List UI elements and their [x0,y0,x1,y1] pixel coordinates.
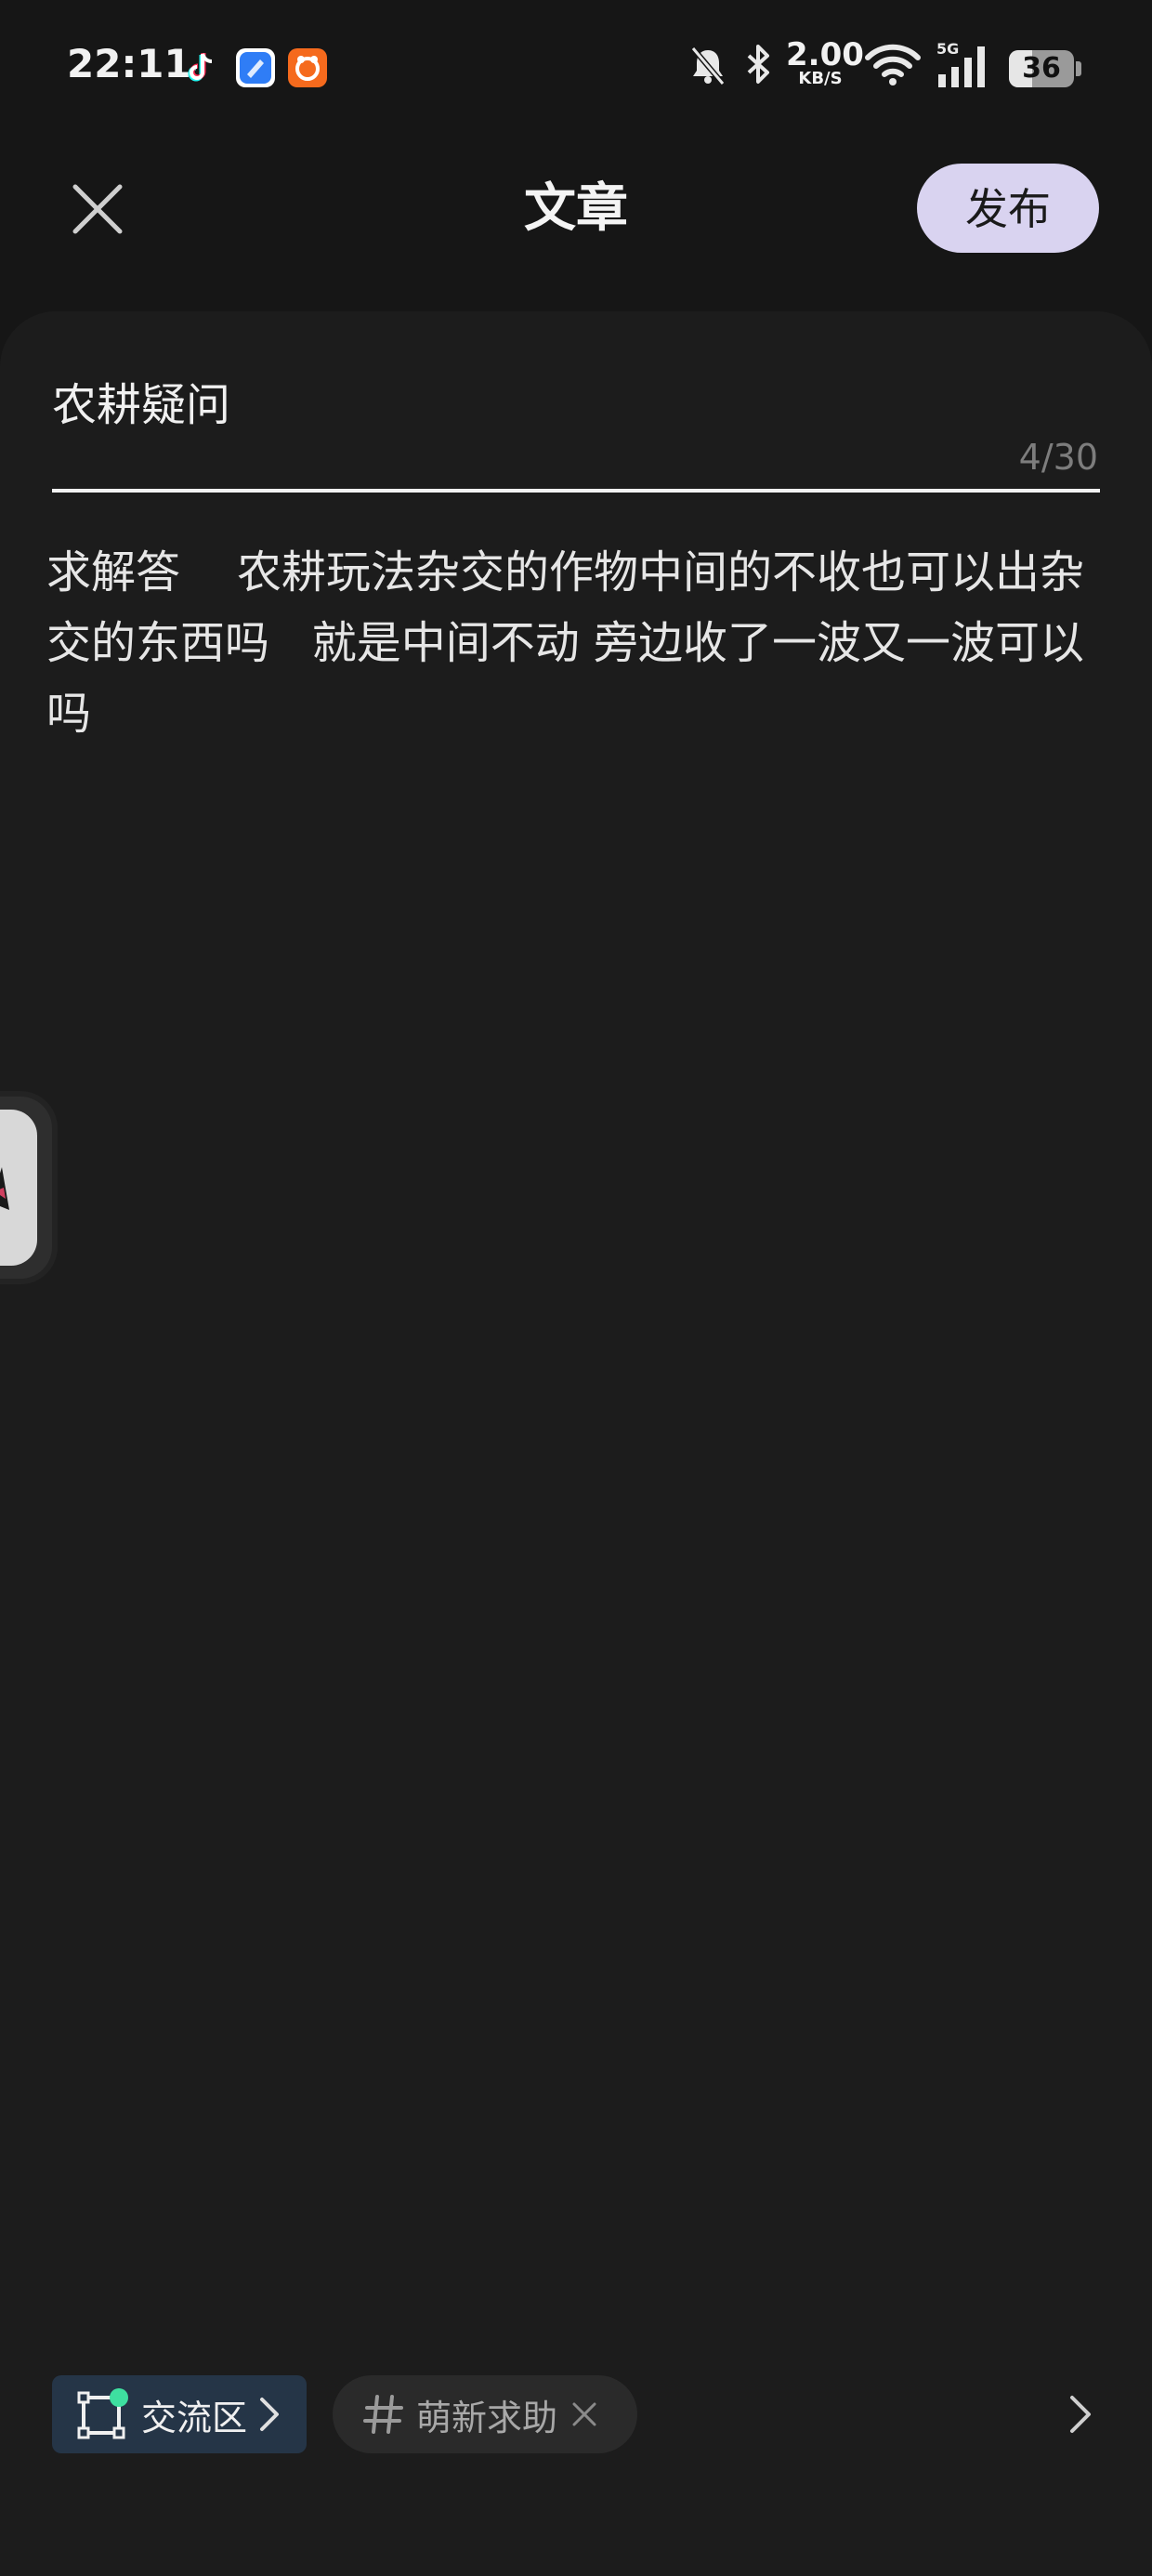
bluetooth-icon [743,37,775,93]
network-speed-value: 2.00 [786,36,864,73]
orange-app-icon [288,48,327,87]
section-label: 交流区 [141,2397,248,2438]
remove-tag-icon[interactable] [570,2400,598,2428]
network-speed: 2.00 KB/S [786,36,864,87]
topic-tag-chip[interactable]: 萌新求助 [333,2375,637,2453]
network-type-label: 5G [936,40,959,58]
tag-label: 萌新求助 [416,2397,558,2438]
more-options-button[interactable] [1057,2388,1104,2440]
battery-tip [1076,61,1081,76]
blue-app-icon [236,48,275,87]
wifi-icon [864,37,922,93]
hashtag-icon [363,2395,403,2434]
publish-button[interactable]: 发布 [917,164,1099,253]
status-bar: 22:11 2.00 KB/S 5G 36 [0,0,1152,139]
chevron-right-icon [260,2398,280,2431]
cellular-signal-icon: 5G [935,37,996,93]
battery-indicator: 36 [1009,50,1074,87]
section-icon [77,2388,128,2439]
muted-bell-icon [686,37,730,93]
status-time: 22:11 [67,41,191,86]
tiktok-icon [182,48,221,87]
floating-handle-face [0,1110,37,1266]
title-divider [52,489,1100,493]
title-char-counter: 4/30 [1018,437,1098,478]
assistant-logo-icon [0,1167,9,1210]
floating-assistant-handle[interactable] [0,1097,52,1279]
section-selector-chip[interactable]: 交流区 [52,2375,307,2453]
chevron-right-icon [1070,2396,1091,2433]
battery-level: 36 [1022,52,1061,85]
title-input[interactable]: 农耕疑问 [52,368,981,442]
body-textarea[interactable]: 求解答 农耕玩法杂交的作物中间的不收也可以出杂交的东西吗 就是中间不动 旁边收了… [46,537,1115,749]
